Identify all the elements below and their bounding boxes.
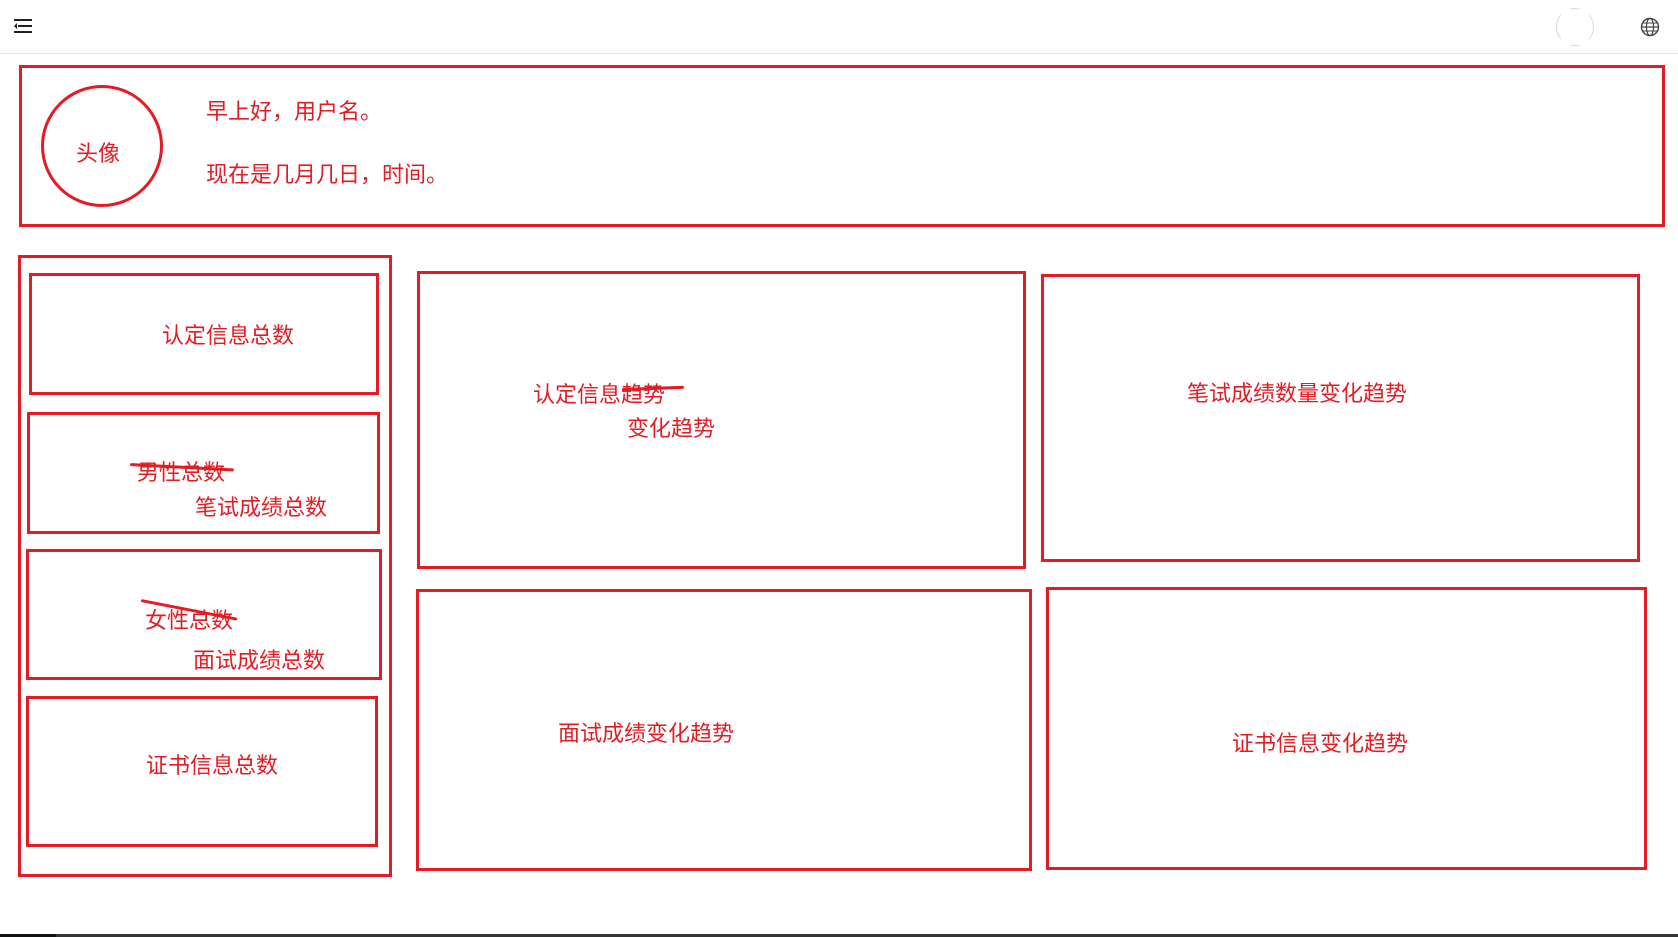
menu-fold-icon[interactable] xyxy=(14,18,32,34)
chart-label-cert-trend-correction: 变化趋势 xyxy=(627,417,716,442)
welcome-panel xyxy=(19,65,1665,227)
stat-label-interview-total: 面试成绩总数 xyxy=(193,649,326,674)
stat-label-male-struck: 男性总数 xyxy=(137,461,226,486)
chart-label-cert-trend: 认定信息趋势 xyxy=(533,383,666,408)
stat-label-written-total: 笔试成绩总数 xyxy=(195,496,328,521)
stat-label-certificate-total: 证书信息总数 xyxy=(146,754,279,779)
chart-label-written-trend: 笔试成绩数量变化趋势 xyxy=(1187,382,1408,407)
top-header xyxy=(0,0,1678,54)
greeting-text: 早上好，用户名。 xyxy=(206,100,383,125)
user-avatar-button[interactable] xyxy=(1556,8,1594,46)
chart-written-trend xyxy=(1041,274,1640,562)
avatar-label: 头像 xyxy=(76,142,121,167)
globe-icon[interactable] xyxy=(1640,17,1660,37)
chart-label-interview-trend: 面试成绩变化趋势 xyxy=(558,722,735,747)
datetime-text: 现在是几月几日，时间。 xyxy=(206,163,449,188)
stat-label-cert-total: 认定信息总数 xyxy=(162,324,295,349)
chart-label-certificate-trend: 证书信息变化趋势 xyxy=(1232,732,1409,757)
chart-cert-trend xyxy=(417,271,1026,569)
